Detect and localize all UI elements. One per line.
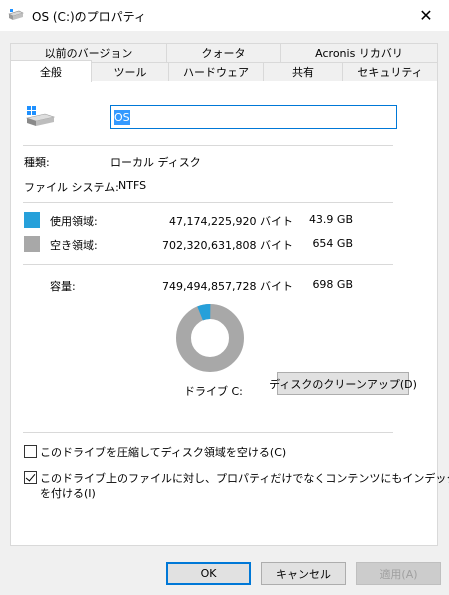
- divider: [23, 432, 393, 433]
- tab-quota[interactable]: クォータ: [166, 43, 281, 62]
- used-space-swatch: [24, 212, 40, 228]
- drive-letter-label: ドライブ C:: [184, 385, 243, 398]
- used-space-size: 43.9 GB: [308, 213, 353, 226]
- free-space-bytes: 702,320,631,808 バイト: [162, 239, 293, 252]
- capacity-size: 698 GB: [312, 278, 353, 291]
- filesystem-value: NTFS: [118, 179, 147, 192]
- apply-label: 適用(A): [379, 567, 418, 581]
- filesystem-label: ファイル システム:: [24, 181, 119, 194]
- tab-label: クォータ: [201, 47, 246, 60]
- drive-name-input[interactable]: OS: [110, 105, 397, 129]
- drive-name-value: OS: [114, 109, 130, 125]
- tab-row-front: 全般 ツール ハードウェア 共有 セキュリティ: [10, 60, 438, 82]
- disk-usage-donut: [176, 304, 244, 372]
- tab-label: 全般: [40, 65, 62, 79]
- divider: [23, 145, 393, 146]
- tab-tools[interactable]: ツール: [91, 62, 169, 81]
- tab-sharing[interactable]: 共有: [263, 62, 343, 81]
- index-contents-checkbox[interactable]: [24, 471, 37, 484]
- local-disk-icon: [25, 106, 55, 126]
- capacity-label: 容量:: [50, 280, 76, 293]
- general-tab-panel: OS 種類: ローカル ディスク ファイル システム: NTFS 使用領域: 4…: [10, 80, 449, 546]
- used-space-label: 使用領域:: [50, 215, 98, 228]
- tab-general[interactable]: 全般: [10, 60, 92, 82]
- ok-button[interactable]: OK: [166, 562, 251, 585]
- tab-label: 以前のバージョン: [44, 47, 133, 60]
- disk-cleanup-label: ディスクのクリーンアップ(D): [269, 377, 417, 391]
- disk-cleanup-button[interactable]: ディスクのクリーンアップ(D): [269, 372, 417, 395]
- index-contents-label-line1: このドライブ上のファイルに対し、プロパティだけでなくコンテンツにもインデックス: [40, 472, 449, 485]
- divider: [23, 202, 393, 203]
- cancel-label: キャンセル: [276, 567, 331, 581]
- apply-button[interactable]: 適用(A): [356, 562, 441, 585]
- drive-icon: [8, 9, 24, 20]
- free-space-size: 654 GB: [312, 237, 353, 250]
- ok-label: OK: [200, 567, 217, 580]
- cancel-button[interactable]: キャンセル: [261, 562, 346, 585]
- free-space-swatch: [24, 236, 40, 252]
- tab-security[interactable]: セキュリティ: [342, 62, 438, 81]
- close-icon: ✕: [419, 6, 433, 25]
- tab-label: 共有: [292, 66, 314, 79]
- close-button[interactable]: ✕: [403, 0, 449, 31]
- divider: [23, 264, 393, 265]
- tab-label: ツール: [113, 66, 147, 79]
- title-bar: OS (C:)のプロパティ ✕: [0, 0, 449, 31]
- compress-drive-checkbox[interactable]: [24, 445, 37, 458]
- type-value: ローカル ディスク: [110, 156, 201, 169]
- tab-acronis-recovery[interactable]: Acronis リカバリ: [280, 43, 438, 62]
- capacity-bytes: 749,494,857,728 バイト: [162, 280, 293, 293]
- tab-label: セキュリティ: [357, 66, 423, 79]
- free-space-ring: [176, 304, 244, 372]
- free-space-label: 空き領域:: [50, 239, 98, 252]
- window-title: OS (C:)のプロパティ: [32, 10, 146, 24]
- index-contents-label-line2: を付ける(I): [40, 487, 96, 500]
- compress-drive-label: このドライブを圧縮してディスク領域を空ける(C): [40, 446, 287, 459]
- tab-label: Acronis リカバリ: [315, 47, 403, 60]
- tab-hardware[interactable]: ハードウェア: [168, 62, 264, 81]
- type-label: 種類:: [24, 156, 50, 169]
- used-space-bytes: 47,174,225,920 バイト: [169, 215, 293, 228]
- tab-label: ハードウェア: [183, 66, 249, 79]
